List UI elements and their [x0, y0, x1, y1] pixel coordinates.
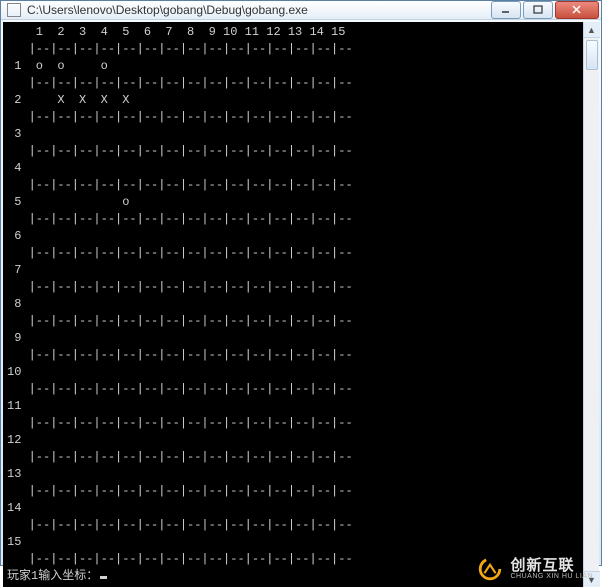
- console-output[interactable]: 1 2 3 4 5 6 7 8 9 10 11 12 13 14 15 |--|…: [3, 22, 583, 587]
- scroll-thumb[interactable]: [586, 40, 598, 70]
- vertical-scrollbar[interactable]: ▲ ▼: [583, 22, 599, 587]
- text-cursor: [100, 576, 107, 579]
- maximize-button[interactable]: [523, 1, 553, 19]
- scroll-down-button[interactable]: ▼: [584, 571, 600, 587]
- window-controls: [491, 1, 599, 19]
- client-area: 1 2 3 4 5 6 7 8 9 10 11 12 13 14 15 |--|…: [3, 22, 599, 587]
- app-icon: [7, 3, 21, 17]
- scroll-up-button[interactable]: ▲: [584, 22, 600, 38]
- titlebar[interactable]: C:\Users\lenovo\Desktop\gobang\Debug\gob…: [1, 1, 601, 20]
- input-prompt[interactable]: 玩家1输入坐标：: [7, 568, 107, 585]
- close-button[interactable]: [555, 1, 599, 19]
- minimize-button[interactable]: [491, 1, 521, 19]
- window-frame: C:\Users\lenovo\Desktop\gobang\Debug\gob…: [0, 0, 602, 566]
- window-title: C:\Users\lenovo\Desktop\gobang\Debug\gob…: [27, 3, 491, 17]
- prompt-text: 玩家1输入坐标：: [7, 568, 98, 585]
